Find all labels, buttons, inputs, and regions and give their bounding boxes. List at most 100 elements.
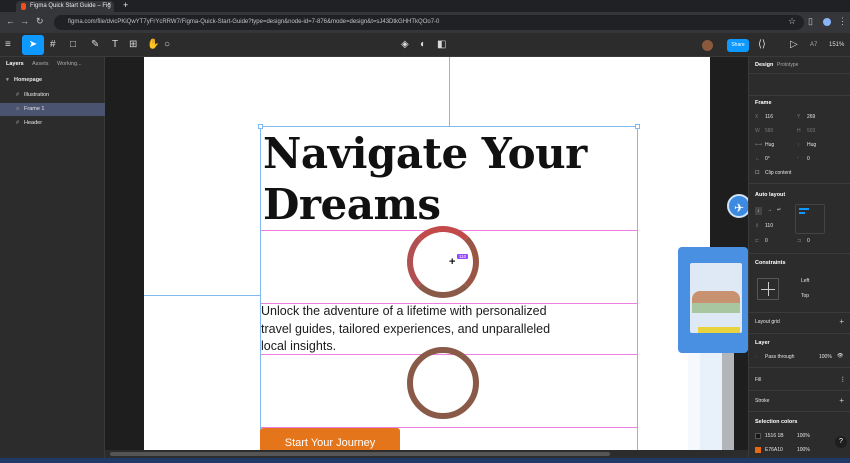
browser-menu-icon[interactable]: ⋮ — [838, 16, 847, 27]
crosshair-icon: + — [449, 256, 456, 268]
figma-favicon-icon — [21, 3, 26, 10]
width-mode-select[interactable]: Hug — [765, 142, 774, 148]
frame-section-title[interactable]: Frame — [755, 100, 772, 106]
add-fill-icon[interactable]: ⁝ — [841, 375, 844, 384]
width-mode-icon: ⟷ — [755, 142, 763, 148]
browser-tab[interactable]: Figma Quick Start Guide – Fig × — [16, 1, 114, 12]
comment-tool-icon[interactable]: ○ — [164, 38, 170, 52]
frame-icon: # — [16, 92, 20, 98]
visibility-icon[interactable]: 👁 — [837, 353, 843, 359]
move-tool-button[interactable]: ➤ — [22, 35, 44, 55]
vertical-direction-icon[interactable]: ↓ — [755, 207, 762, 215]
selection-color-hex[interactable]: 1516 1B — [765, 433, 784, 439]
padding-v-field[interactable]: 0 — [807, 238, 810, 244]
tab-design[interactable]: Design — [755, 62, 773, 68]
alignment-grid[interactable] — [795, 204, 825, 234]
canvas[interactable]: Navigate Your Dreams + 110 Unlock the ad… — [105, 57, 748, 458]
width-field[interactable]: 580 — [765, 128, 773, 134]
sidebar-icon[interactable]: ▯ — [808, 16, 813, 27]
dev-mode-icon[interactable]: ⟨⟩ — [758, 38, 766, 52]
chevron-down-icon: ▾ — [6, 77, 9, 83]
color-swatch[interactable] — [755, 433, 761, 439]
guide-line — [144, 295, 260, 296]
selection-color-opacity[interactable]: 100% — [797, 433, 810, 439]
resources-icon[interactable]: ⊞ — [129, 38, 137, 52]
clip-content-checkbox[interactable]: ☐ — [755, 170, 759, 176]
hand-tool-icon[interactable]: ✋ — [147, 38, 159, 52]
color-swatch[interactable] — [755, 447, 761, 453]
horizontal-scrollbar[interactable] — [105, 450, 748, 458]
clip-content-label: Clip content — [765, 170, 792, 176]
bookmark-star-icon[interactable]: ☆ — [788, 16, 796, 27]
forward-icon[interactable]: → — [20, 16, 29, 26]
url-field[interactable]: figma.com/file/dvicPKiQwYT7yFrYcRRW7/Fig… — [54, 15, 804, 30]
guide-line — [449, 57, 450, 126]
constraints-widget[interactable] — [757, 278, 779, 300]
add-stroke-icon[interactable]: + — [839, 396, 844, 405]
tab-pages[interactable]: Working... — [57, 61, 82, 67]
contrast-icon[interactable]: ◐ — [420, 38, 426, 52]
tab-prototype[interactable]: Prototype — [777, 62, 798, 68]
hero-heading[interactable]: Navigate Your Dreams — [263, 128, 633, 230]
figma-toolbar: ≡ ➤ # □ ✎ T ⊞ ✋ ○ ◈ ◐ ◧ Share ⟨⟩ ▷ A7 15… — [0, 33, 850, 57]
frame-icon: # — [16, 120, 20, 126]
auto-layout-title: Auto layout — [755, 192, 786, 198]
pen-tool-icon[interactable]: ✎ — [91, 38, 99, 52]
layer-item-header[interactable]: # Header — [0, 117, 105, 130]
constraint-horizontal-select[interactable]: Left — [801, 278, 809, 284]
horizontal-direction-icon[interactable]: → — [767, 207, 772, 213]
gap-field[interactable]: 110 — [765, 223, 773, 229]
add-layout-grid-icon[interactable]: + — [839, 317, 844, 326]
gap-icon: ⇕ — [755, 223, 760, 229]
illustration[interactable] — [678, 247, 748, 353]
layout-grid-title[interactable]: Layout grid — [755, 319, 780, 325]
layer-title: Layer — [755, 340, 770, 346]
wrap-icon[interactable]: ↵ — [777, 207, 781, 213]
blend-mode-select[interactable]: Pass through — [765, 354, 794, 360]
frame-tool-icon[interactable]: # — [50, 38, 56, 52]
close-tab-icon[interactable]: × — [107, 2, 111, 8]
share-button[interactable]: Share — [727, 39, 749, 52]
boolean-ops-icon[interactable]: ◧ — [437, 38, 446, 52]
hero-paragraph[interactable]: Unlock the adventure of a lifetime with … — [261, 303, 561, 356]
zoom-level[interactable]: 151% — [829, 42, 844, 48]
constraints-title: Constraints — [755, 260, 786, 266]
component-icon[interactable]: ◈ — [401, 38, 409, 52]
layer-item-illustration[interactable]: # Illustration — [0, 89, 105, 102]
rotation-field[interactable]: 0° — [765, 156, 770, 162]
layer-opacity-field[interactable]: 100% — [819, 354, 832, 360]
reload-icon[interactable]: ↻ — [36, 16, 44, 27]
resize-handle[interactable] — [635, 124, 640, 129]
y-field[interactable]: 269 — [807, 114, 815, 120]
illustration-ground — [692, 303, 740, 313]
scrollbar-thumb[interactable] — [110, 452, 610, 456]
fill-title[interactable]: Fill — [755, 377, 761, 383]
stroke-title[interactable]: Stroke — [755, 398, 769, 404]
height-mode-select[interactable]: Hug — [807, 142, 816, 148]
main-menu-icon[interactable]: ≡ — [5, 38, 11, 52]
radius-field[interactable]: 0 — [807, 156, 810, 162]
height-field[interactable]: 503 — [807, 128, 815, 134]
selected-frame[interactable]: Navigate Your Dreams + 110 Unlock the ad… — [258, 124, 640, 458]
padding-h-icon: ⊏ — [755, 238, 760, 244]
spacing-indicator-ring — [407, 226, 479, 298]
selection-color-hex[interactable]: E76A10 — [765, 447, 783, 453]
padding-h-field[interactable]: 0 — [765, 238, 768, 244]
new-tab-icon[interactable]: + — [123, 0, 128, 10]
back-icon[interactable]: ← — [6, 16, 15, 26]
x-field[interactable]: 116 — [765, 114, 773, 120]
tab-assets[interactable]: Assets — [32, 61, 49, 67]
tab-layers[interactable]: Layers — [6, 61, 24, 67]
selection-color-opacity[interactable]: 100% — [797, 447, 810, 453]
constraint-vertical-select[interactable]: Top — [801, 293, 809, 299]
shape-tool-icon[interactable]: □ — [70, 38, 76, 52]
avatar[interactable] — [702, 40, 713, 51]
page-item-homepage[interactable]: ▾ Homepage — [0, 74, 105, 87]
profile-avatar[interactable] — [823, 18, 831, 26]
user-initials: A7 — [810, 42, 818, 48]
rotation-icon: ∟ — [755, 156, 760, 162]
layer-item-frame-1[interactable]: ≡ Frame 1 — [0, 103, 105, 116]
present-icon[interactable]: ▷ — [790, 38, 798, 52]
help-icon[interactable]: ? — [835, 436, 847, 448]
text-tool-icon[interactable]: T — [112, 38, 118, 52]
